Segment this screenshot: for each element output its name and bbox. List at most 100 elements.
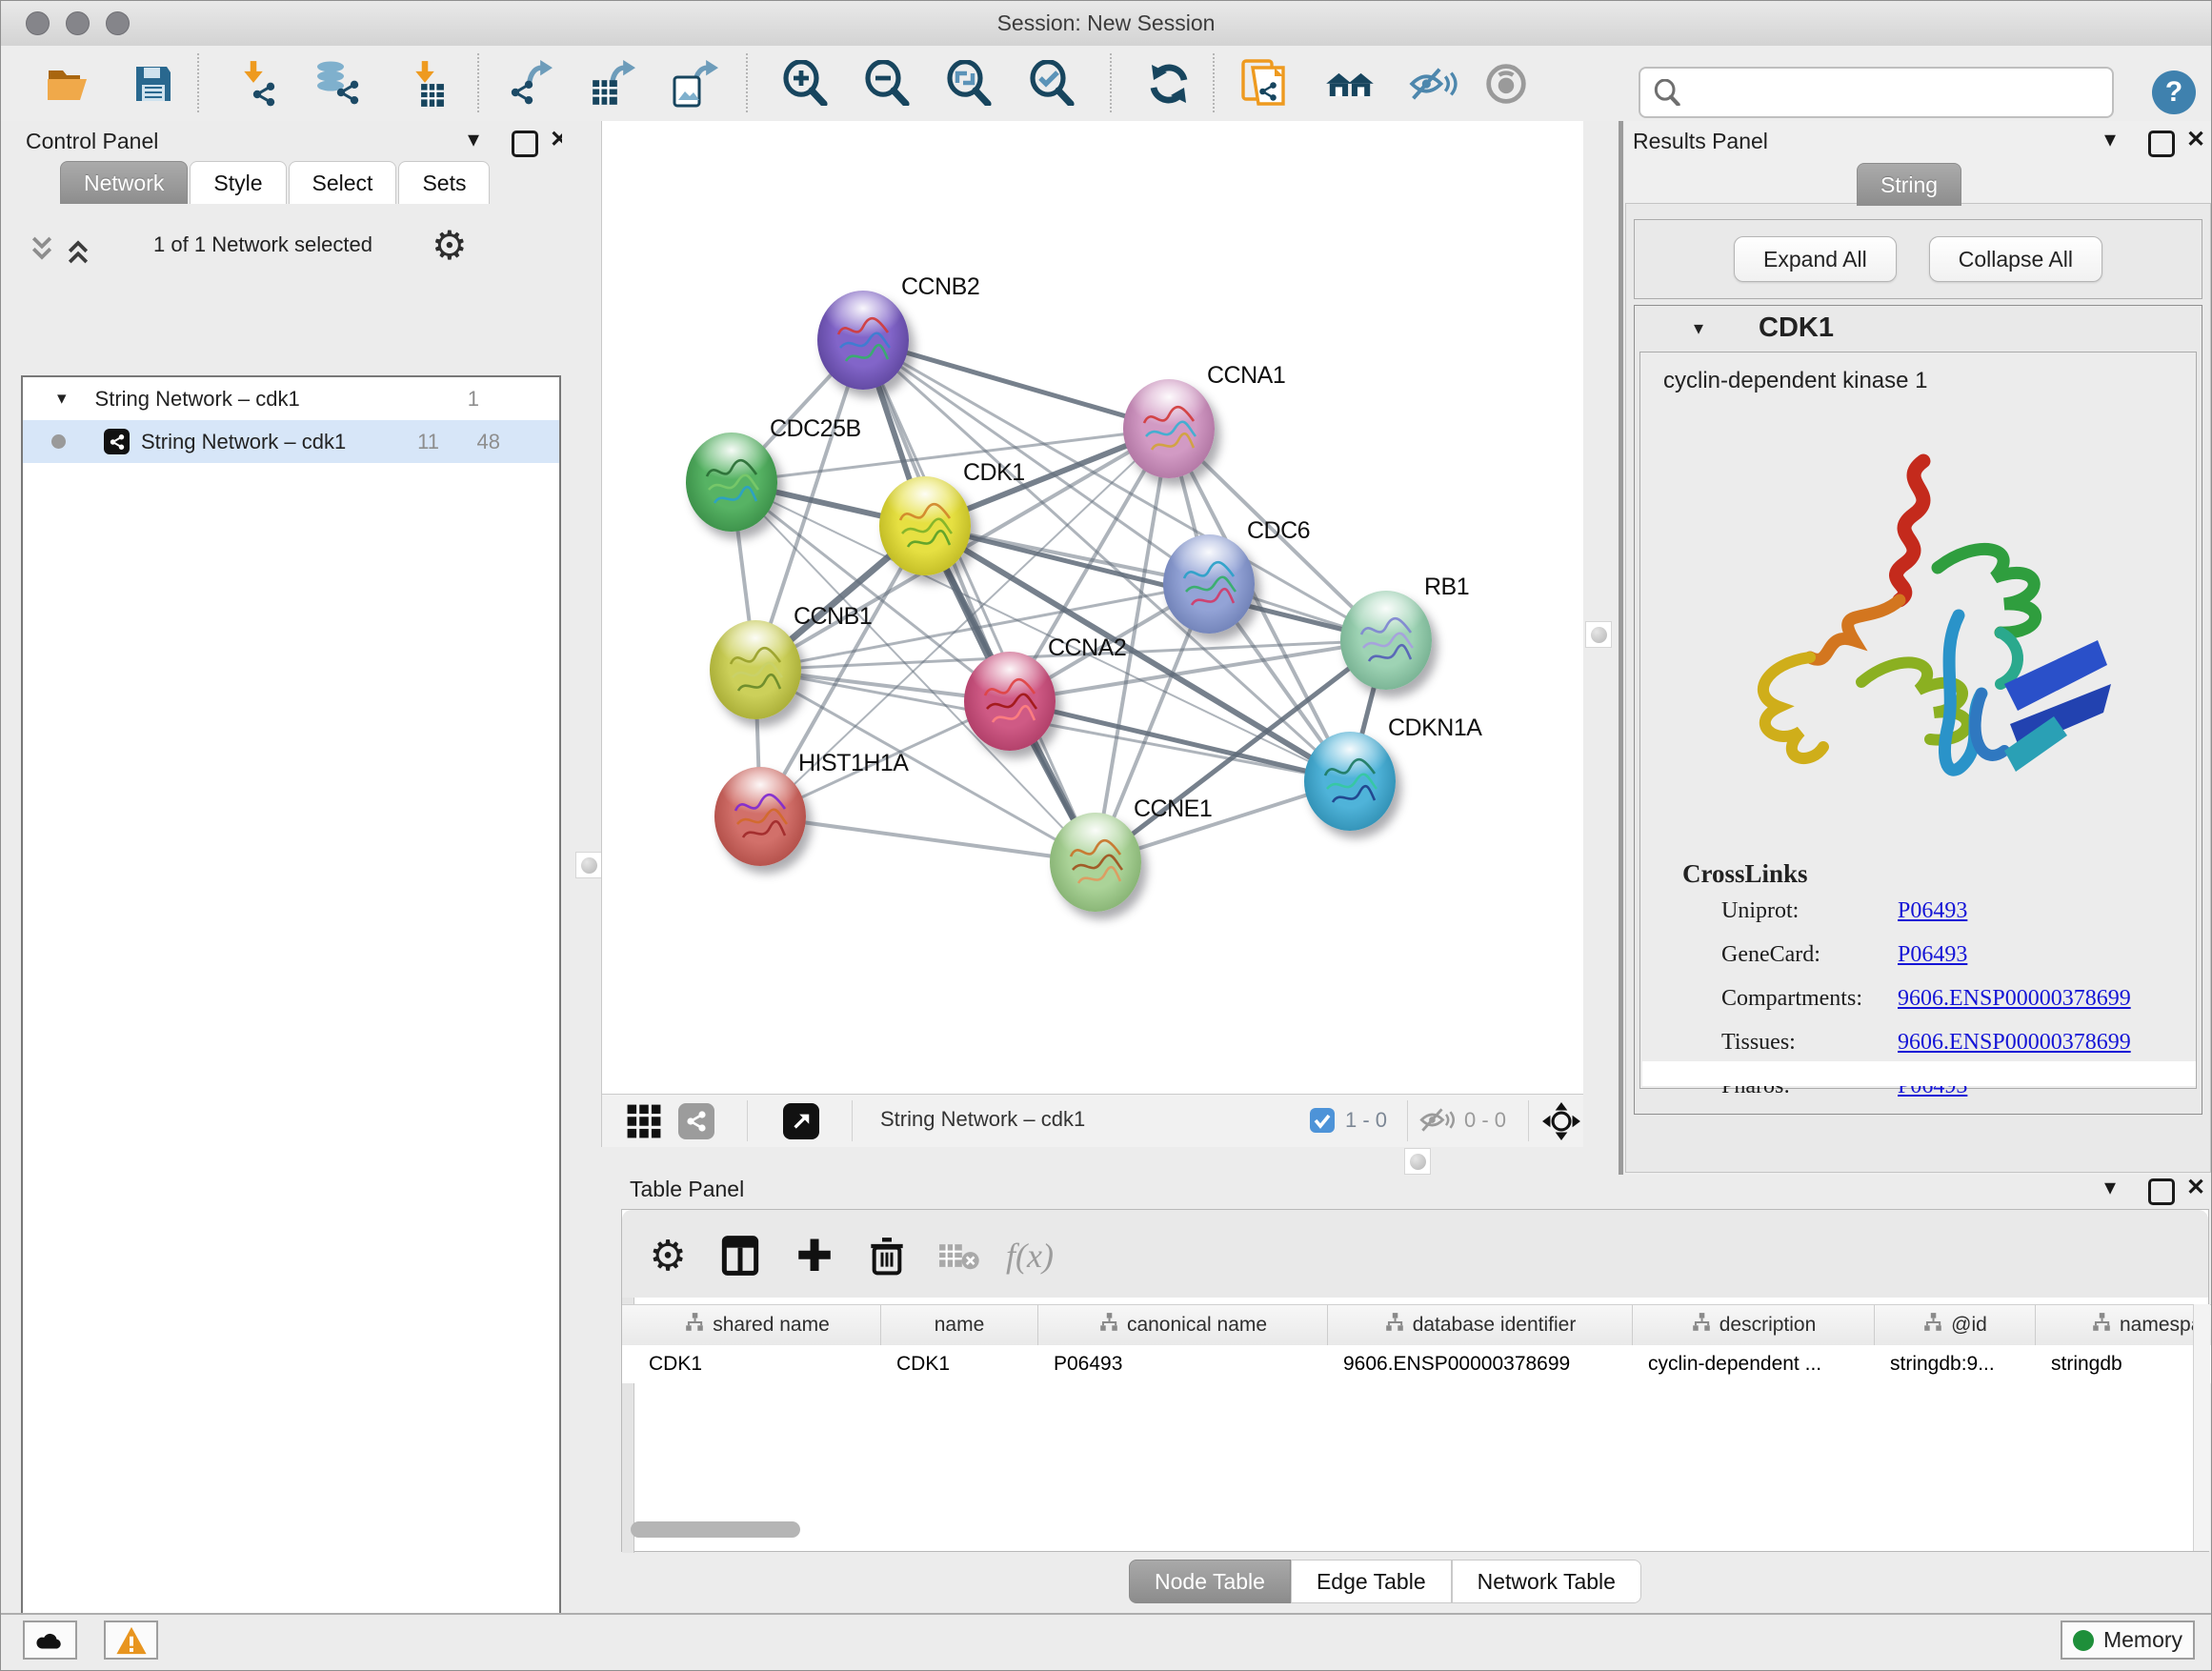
cell-description[interactable]: cyclin-dependent ... [1633,1345,1875,1383]
node-CCNA1[interactable] [1123,379,1215,478]
export-image-icon[interactable] [670,59,719,109]
detach-view-icon[interactable] [783,1103,819,1139]
help-button[interactable]: ? [2152,70,2196,114]
tab-edge-table[interactable]: Edge Table [1291,1560,1452,1603]
node-HIST1H1A[interactable] [714,767,806,866]
open-session-icon[interactable] [43,59,92,109]
tree-row[interactable]: ▾String Network – cdk11 [23,377,559,420]
table-vscrollbar[interactable] [2193,1304,2210,1551]
results-panel-collapse-icon[interactable]: ▾ [2104,129,2116,151]
cell-canonical-name[interactable]: P06493 [1038,1345,1328,1383]
zoom-out-icon[interactable] [862,59,912,109]
column-header-database-identifier[interactable]: database identifier [1328,1305,1633,1345]
refresh-view-icon[interactable] [1144,59,1194,109]
delete-table-icon[interactable] [936,1233,982,1278]
cell-name[interactable]: CDK1 [881,1345,1038,1383]
expand-all-networks-icon[interactable] [64,233,92,267]
node-CDKN1A[interactable] [1304,732,1396,831]
table-hscrollbar-thumb[interactable] [631,1521,800,1538]
import-network-file-icon[interactable] [233,59,283,109]
hide-labels-icon[interactable] [1409,59,1458,109]
collapse-all-button[interactable]: Collapse All [1929,236,2102,282]
import-table-file-icon[interactable] [403,59,452,109]
horizontal-splitter-handle[interactable] [1404,1148,1431,1175]
tab-style[interactable]: Style [190,161,286,204]
table-panel-float-icon[interactable] [2148,1178,2175,1205]
tree-row[interactable]: String Network – cdk11148 [23,420,559,463]
tree-expander-icon[interactable]: ▾ [57,388,67,410]
tab-network[interactable]: Network [60,161,188,204]
node-CCNB2[interactable] [817,291,909,390]
table-panel-close-icon[interactable]: ✕ [2186,1177,2205,1199]
create-column-icon[interactable]: ✚ [792,1233,837,1278]
window-title: Session: New Session [1,10,2211,36]
tab-select[interactable]: Select [289,161,397,204]
birds-eye-view-icon[interactable] [1541,1101,1581,1146]
control-panel-collapse-icon[interactable]: ▾ [468,129,479,151]
control-panel-float-icon[interactable] [512,131,538,157]
column-header-description[interactable]: description [1633,1305,1875,1345]
cell-shared-name[interactable]: CDK1 [633,1345,881,1383]
node-CCNB1[interactable] [710,620,801,719]
tab-network-table[interactable]: Network Table [1452,1560,1641,1603]
table-row[interactable]: CDK1CDK1P064939606.ENSP00000378699cyclin… [622,1345,2212,1383]
search-input[interactable] [1639,67,2114,118]
tab-node-table[interactable]: Node Table [1129,1560,1291,1603]
zoom-in-icon[interactable] [780,59,830,109]
tab-string[interactable]: String [1857,163,1961,206]
left-splitter[interactable] [562,121,601,1613]
import-network-database-icon[interactable] [313,59,363,109]
network-badge-icon[interactable] [678,1103,714,1139]
node-CDC25B[interactable] [686,433,777,532]
string-home-icon[interactable] [1325,59,1375,109]
save-session-icon[interactable] [129,59,178,109]
column-header-shared-name[interactable]: shared name [633,1305,881,1345]
node-CCNE1[interactable] [1050,813,1141,912]
cell-namespace[interactable]: stringdb [2036,1345,2210,1383]
export-network-icon[interactable] [506,59,555,109]
warnings-button[interactable] [104,1621,158,1660]
zoom-selected-icon[interactable] [1027,59,1076,109]
function-builder-icon[interactable]: f(x) [1007,1233,1053,1278]
horizontal-splitter[interactable] [601,1147,1583,1175]
delete-column-icon[interactable] [864,1233,910,1278]
entry-collapse-icon[interactable]: ▾ [1694,316,1703,340]
column-header-canonical-name[interactable]: canonical name [1038,1305,1328,1345]
cell-@id[interactable]: stringdb:9... [1875,1345,2036,1383]
column-header-@id[interactable]: @id [1875,1305,2036,1345]
right-splitter-handle[interactable] [1585,621,1612,648]
crosslink-link[interactable]: 9606.ENSP00000378699 [1898,986,2131,1012]
column-header-name[interactable]: name [881,1305,1038,1345]
collapse-all-networks-icon[interactable] [28,233,56,267]
tab-sets[interactable]: Sets [398,161,490,204]
network-canvas[interactable]: CCNB2 CCNA1 CDC25B CDK1 CDC6 RB1 [601,121,1584,1147]
right-splitter[interactable] [1583,121,1625,1175]
node-RB1[interactable] [1340,591,1432,690]
crosslink-link[interactable]: 9606.ENSP00000378699 [1898,1030,2131,1056]
node-CDC6[interactable] [1163,534,1255,634]
entry-header[interactable]: ▾ CDK1 [1635,306,2202,350]
node-CCNA2[interactable] [964,652,1056,751]
node-CDK1[interactable] [879,476,971,575]
string-protein-query-icon[interactable] [1239,59,1289,109]
show-view-icon[interactable] [1481,59,1531,109]
export-table-icon[interactable] [587,59,636,109]
left-splitter-handle[interactable] [575,852,602,878]
column-type-icon [2091,1312,2112,1339]
network-options-gear-icon[interactable]: ⚙ [432,222,468,269]
column-header-namespace[interactable]: namespace [2036,1305,2210,1345]
expand-all-button[interactable]: Expand All [1734,236,1897,282]
table-settings-gear-icon[interactable]: ⚙ [645,1233,691,1278]
grid-view-icon[interactable] [626,1103,662,1144]
cloud-button[interactable] [23,1621,77,1660]
selected-checkbox-icon[interactable] [1309,1107,1336,1138]
results-panel-float-icon[interactable] [2148,131,2175,157]
table-panel-collapse-icon[interactable]: ▾ [2104,1177,2116,1199]
memory-button[interactable]: Memory [2061,1621,2195,1660]
zoom-fit-icon[interactable] [944,59,994,109]
cell-database-identifier[interactable]: 9606.ENSP00000378699 [1328,1345,1633,1383]
crosslink-link[interactable]: P06493 [1898,942,1967,968]
crosslink-link[interactable]: P06493 [1898,898,1967,924]
show-columns-icon[interactable] [717,1233,763,1278]
results-panel-close-icon[interactable]: ✕ [2186,129,2205,151]
